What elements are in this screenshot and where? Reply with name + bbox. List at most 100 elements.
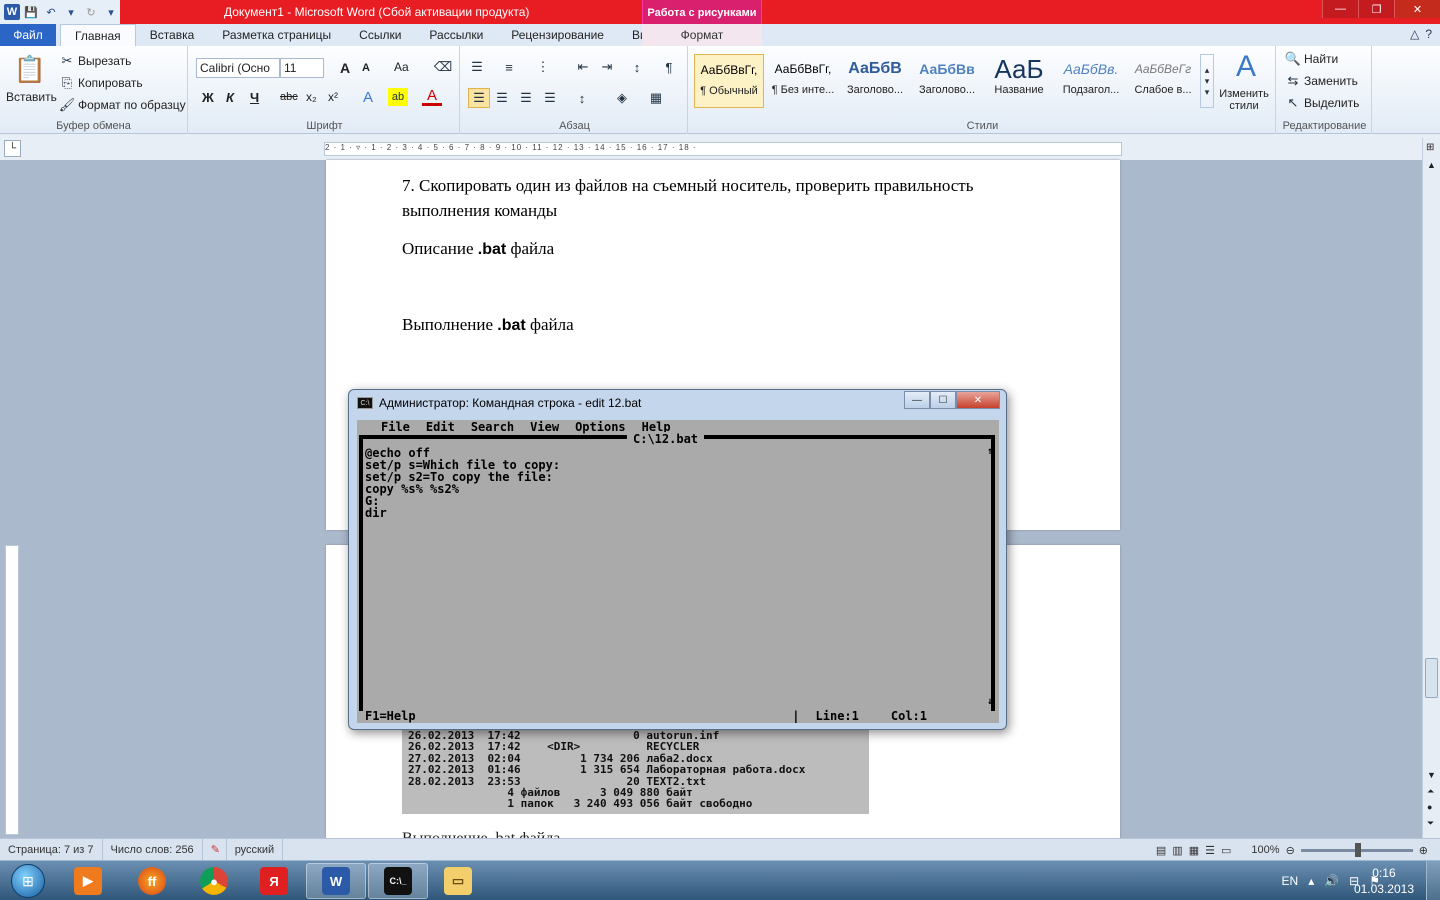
taskbar-media-player[interactable]: ▶ [58,863,118,899]
superscript-button[interactable]: x² [328,90,338,104]
cmd-minimize-button[interactable]: — [904,391,930,409]
minimize-ribbon-icon[interactable]: △ [1410,27,1419,41]
cut-button[interactable]: Вырезать [78,54,131,68]
language-indicator[interactable]: русский [227,838,284,861]
paste-icon[interactable]: 📋 [14,52,46,86]
ruler-toggle-icon[interactable]: ⊞ [1426,142,1434,153]
zoom-slider[interactable] [1300,842,1413,857]
menu-file[interactable]: File [381,420,410,434]
scroll-thumb[interactable] [1425,658,1438,698]
increase-indent-icon[interactable]: ⇥ [598,58,616,76]
menu-options[interactable]: Options [575,420,626,434]
editor-text[interactable]: @echo off set/p s=Which file to copy: set/… [365,447,560,519]
word-count[interactable]: Число слов: 256 [103,838,203,861]
subscript-button[interactable]: x₂ [306,90,317,104]
find-button[interactable]: Найти [1304,52,1338,66]
borders-icon[interactable]: ▦ [646,88,666,108]
style-subtle-emphasis[interactable]: АаБбВеГг Слабое в... [1128,54,1198,108]
numbering-icon[interactable]: ≡ [500,58,518,76]
view-draft-icon[interactable]: ▭ [1221,844,1231,857]
style-heading1[interactable]: АаБбВ Заголово... [840,54,910,108]
show-desktop-button[interactable] [1426,861,1440,900]
menu-edit[interactable]: Edit [426,420,455,434]
style-normal[interactable]: АаБбВвГг, ¶ Обычный [694,54,764,108]
editor-scroll-up-icon[interactable]: ↑ [987,446,993,457]
select-button[interactable]: Выделить [1304,96,1359,110]
view-outline-icon[interactable]: ☰ [1205,844,1215,857]
shading-icon[interactable]: ◈ [612,88,632,108]
page-counter[interactable]: Страница: 7 из 7 [0,838,103,861]
text-effects-icon[interactable]: A [358,88,378,106]
tab-selector-icon[interactable]: └ [4,140,21,157]
clear-format-icon[interactable]: ⌫ [434,58,452,76]
copy-button[interactable]: Копировать [78,76,143,90]
sort-icon[interactable]: ↕ [628,58,646,76]
format-painter-button[interactable]: Формат по образцу [78,98,186,112]
horizontal-ruler[interactable]: 2 · 1 · ▿ · 1 · 2 · 3 · 4 · 5 · 6 · 7 · … [324,142,1122,156]
zoom-in-icon[interactable]: ⊕ [1419,844,1428,857]
italic-button[interactable]: К [226,90,234,105]
scroll-down-icon[interactable]: ▼ [1427,770,1436,780]
tab-format[interactable]: Формат [642,24,762,46]
font-size-input[interactable]: 11 [280,58,324,78]
undo-dropdown-icon[interactable]: ▾ [62,3,80,21]
paste-button[interactable]: Вставить [6,90,57,104]
customize-qat-icon[interactable]: ▾ [102,3,120,21]
clock[interactable]: 0:16 01.03.2013 [1354,865,1414,897]
tab-page-layout[interactable]: Разметка страницы [208,24,345,46]
style-heading2[interactable]: АаБбВв Заголово... [912,54,982,108]
justify-icon[interactable]: ☰ [540,88,560,108]
word-app-icon[interactable]: W [4,4,20,20]
change-case-button[interactable]: Aa [394,60,409,74]
replace-button[interactable]: Заменить [1304,74,1358,88]
align-right-icon[interactable]: ☰ [516,88,536,108]
change-styles-icon[interactable]: A [1226,50,1266,84]
vertical-scrollbar[interactable]: ⊞ ▲ ▼ ⏶ ● ⏷ [1422,138,1440,838]
start-button[interactable]: ⊞ [2,862,54,900]
proofing-icon[interactable]: ✎ [203,838,227,861]
multilevel-list-icon[interactable]: ⋮ [534,58,552,76]
menu-view[interactable]: View [530,420,559,434]
redo-icon[interactable]: ↻ [82,3,100,21]
edit-screen[interactable]: File Edit Search View Options Help C:\12… [357,420,999,723]
view-web-icon[interactable]: ▦ [1189,844,1199,857]
restore-button[interactable]: ❐ [1358,0,1394,18]
cmd-maximize-button[interactable]: ☐ [930,391,956,409]
view-print-layout-icon[interactable]: ▤ [1156,844,1166,857]
style-title[interactable]: АаБ Название [984,54,1054,108]
view-reading-icon[interactable]: ▥ [1172,844,1182,857]
bullets-icon[interactable]: ☰ [468,58,486,76]
help-icon[interactable]: ? [1425,27,1432,41]
vertical-ruler[interactable] [5,545,19,835]
zoom-out-icon[interactable]: ⊖ [1286,844,1295,857]
undo-icon[interactable]: ↶ [42,3,60,21]
volume-icon[interactable]: 🔊 [1324,874,1339,888]
minimize-button[interactable]: — [1322,0,1358,18]
tray-expand-icon[interactable]: ▴ [1308,874,1314,888]
menu-search[interactable]: Search [471,420,514,434]
cmd-close-button[interactable]: ✕ [956,391,1000,409]
align-center-icon[interactable]: ☰ [492,88,512,108]
highlight-icon[interactable]: ab [388,88,408,106]
font-color-icon[interactable]: A [422,87,442,106]
taskbar-cmd[interactable]: C:\_ [368,863,428,899]
language-indicator[interactable]: EN [1282,874,1299,888]
tab-review[interactable]: Рецензирование [497,24,618,46]
tab-file[interactable]: Файл [0,24,56,46]
styles-scroll-icon[interactable]: ▴ ▾ ▾ [1200,54,1214,108]
taskbar-explorer[interactable]: ▭ [428,863,488,899]
cmd-window[interactable]: C:\ Администратор: Командная строка - ed… [348,389,1007,730]
browse-object-icon[interactable]: ● [1427,802,1432,812]
line-spacing-icon[interactable]: ↕ [572,88,592,108]
dir-listing-image[interactable]: 26.02.2013 17:42 0 autorun.inf 26.02.2013… [402,728,869,814]
taskbar-yandex[interactable]: Я [244,863,304,899]
strikethrough-button[interactable]: abc [280,91,298,103]
taskbar-chrome[interactable]: ● [184,863,244,899]
tab-insert[interactable]: Вставка [136,24,209,46]
tab-references[interactable]: Ссылки [345,24,415,46]
shrink-font-button[interactable]: A [362,62,370,74]
tab-mailings[interactable]: Рассылки [415,24,497,46]
style-subtitle[interactable]: АаБбВв. Подзагол... [1056,54,1126,108]
bold-button[interactable]: Ж [202,90,214,105]
underline-button[interactable]: Ч [250,90,259,105]
